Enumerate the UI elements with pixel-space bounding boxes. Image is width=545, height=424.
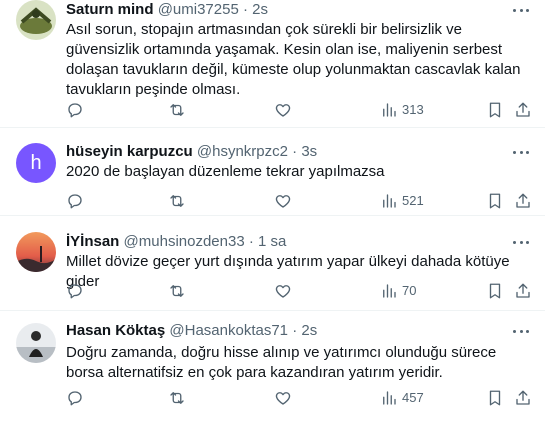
tweet-text: Asıl sorun, stopajın artmasından çok sür… [66, 21, 521, 98]
share-icon [516, 193, 530, 208]
avatar[interactable] [16, 232, 56, 272]
heart-icon [275, 392, 291, 405]
avatar[interactable] [16, 0, 56, 40]
user-handle[interactable]: @hsynkrpzc2 [197, 143, 288, 160]
tweet-header: İYİnsan @muhsinozden33 · 1 sa [66, 232, 505, 252]
reply-icon [68, 103, 82, 118]
avatar[interactable]: h [16, 143, 56, 183]
reply-button[interactable] [66, 100, 84, 120]
retweet-icon [170, 195, 184, 207]
like-button[interactable] [274, 388, 292, 408]
views-button[interactable]: 521 [380, 191, 424, 211]
share-icon [516, 390, 530, 405]
views-button[interactable]: 70 [380, 281, 416, 301]
separator: · [292, 322, 298, 339]
reply-button[interactable] [66, 191, 84, 211]
retweet-button[interactable] [168, 281, 186, 301]
tweet[interactable]: Saturn mind @umi37255 · 2s Asıl sorun, s… [0, 0, 545, 128]
retweet-button[interactable] [168, 388, 186, 408]
tweet-header: Saturn mind @umi37255 · 2s [66, 0, 505, 20]
user-handle[interactable]: @muhsinozden33 [124, 233, 245, 250]
reply-icon [68, 194, 82, 209]
bookmark-button[interactable] [486, 191, 504, 211]
retweet-icon [170, 392, 184, 404]
tweet-header: hüseyin karpuzcu @hsynkrpzc2 · 3s [66, 142, 505, 162]
like-button[interactable] [274, 191, 292, 211]
share-button[interactable] [514, 100, 532, 120]
user-name[interactable]: Saturn mind [66, 1, 154, 18]
tweet[interactable]: İYİnsan @muhsinozden33 · 1 sa Millet döv… [0, 216, 545, 311]
user-handle[interactable]: @Hasankoktas71 [169, 322, 288, 339]
like-button[interactable] [274, 281, 292, 301]
retweet-icon [170, 104, 184, 116]
more-icon[interactable] [511, 144, 531, 160]
separator: · [242, 1, 248, 18]
user-name[interactable]: İYİnsan [66, 233, 119, 250]
retweet-button[interactable] [168, 191, 186, 211]
views-icon [383, 194, 396, 208]
timestamp[interactable]: 2s [252, 1, 268, 18]
bookmark-icon [489, 102, 501, 118]
share-button[interactable] [514, 388, 532, 408]
timestamp[interactable]: 3s [301, 143, 317, 160]
views-button[interactable]: 313 [380, 100, 424, 120]
avatar[interactable] [16, 323, 56, 363]
tweet-text: Doğru zamanda, doğru hisse alınıp ve yat… [66, 344, 497, 381]
heart-icon [275, 285, 291, 298]
user-name[interactable]: Hasan Köktaş [66, 322, 165, 339]
more-icon[interactable] [511, 2, 531, 18]
user-name[interactable]: hüseyin karpuzcu [66, 143, 193, 160]
share-button[interactable] [514, 281, 532, 301]
tweet[interactable]: h hüseyin karpuzcu @hsynkrpzc2 · 3s 2020… [0, 129, 545, 216]
tweet-text: 2020 de başlayan düzenleme tekrar yapılm… [66, 163, 385, 180]
reply-icon [68, 391, 82, 406]
tweet-text: Millet dövize geçer yurt dışında yatırım… [66, 253, 510, 290]
views-icon [383, 284, 396, 298]
reply-button[interactable] [66, 281, 84, 301]
more-icon[interactable] [511, 323, 531, 339]
views-count: 521 [402, 193, 424, 208]
more-icon[interactable] [511, 234, 531, 250]
share-icon [516, 283, 530, 298]
like-button[interactable] [274, 100, 292, 120]
retweet-button[interactable] [168, 100, 186, 120]
reply-button[interactable] [66, 388, 84, 408]
heart-icon [275, 104, 291, 117]
views-count: 313 [402, 102, 424, 117]
share-icon [516, 102, 530, 117]
views-count: 457 [402, 390, 424, 405]
bookmark-button[interactable] [486, 281, 504, 301]
bookmark-icon [489, 390, 501, 406]
bookmark-button[interactable] [486, 388, 504, 408]
bookmark-button[interactable] [486, 100, 504, 120]
retweet-icon [170, 285, 184, 297]
heart-icon [275, 195, 291, 208]
timestamp[interactable]: 2s [301, 322, 317, 339]
avatar-letter: h [30, 152, 42, 174]
views-button[interactable]: 457 [380, 388, 424, 408]
share-button[interactable] [514, 191, 532, 211]
bookmark-icon [489, 283, 501, 299]
views-icon [383, 103, 396, 117]
separator: · [292, 143, 298, 160]
views-count: 70 [402, 283, 417, 298]
bookmark-icon [489, 193, 501, 209]
timestamp[interactable]: 1 sa [258, 233, 286, 250]
tweet[interactable]: Hasan Köktaş @Hasankoktas71 · 2s Doğru z… [0, 311, 545, 424]
reply-icon [68, 284, 82, 299]
user-handle[interactable]: @umi37255 [158, 1, 239, 18]
views-icon [383, 391, 396, 405]
separator: · [248, 233, 254, 250]
tweet-header: Hasan Köktaş @Hasankoktas71 · 2s [66, 321, 505, 341]
